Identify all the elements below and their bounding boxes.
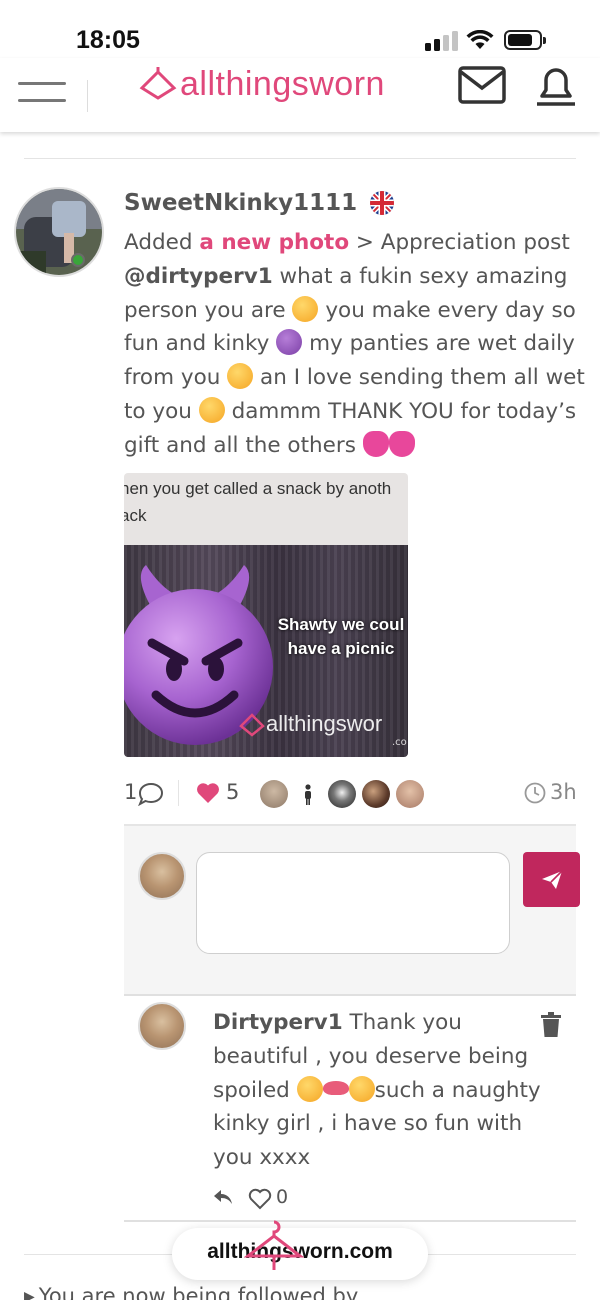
sparkling-heart-emoji [388,430,415,457]
post-stats: 1 5 3h [124,776,580,812]
comment-icon[interactable] [138,782,164,806]
heart-filled-icon[interactable] [196,782,220,804]
comment-count[interactable]: 1 [124,780,137,804]
person-icon[interactable] [302,784,314,806]
new-photo-link[interactable]: a new photo [199,230,349,255]
clock-icon [524,782,546,804]
meme-watermark-suffix: .co [392,737,407,748]
status-time: 18:05 [76,26,140,54]
avatar-photo [16,189,102,275]
next-feed-item-text: You are now being followed by [38,1284,359,1300]
stats-divider [178,780,179,806]
comment-like-count[interactable]: 0 [276,1186,288,1208]
reply-icon[interactable] [212,1188,234,1206]
heart-outline-icon[interactable] [248,1188,272,1210]
sparkling-heart-emoji [362,430,389,457]
post-time-ago: 3h [550,780,577,804]
comment-text: Dirtyperv1 Thank you beautiful , you des… [213,1006,543,1175]
comment-item: Dirtyperv1 Thank you beautiful , you des… [124,994,576,1222]
smiling-devil-emoji [276,329,303,356]
mention-link[interactable]: @dirtyperv1 [124,264,273,289]
watermark-hanger-icon [239,713,265,737]
battery-icon [504,30,546,50]
send-comment-button[interactable] [523,852,580,907]
biting-lip-emoji [322,1080,349,1095]
hanger-logo-icon [139,67,177,100]
site-logo[interactable]: allthingsworn [138,64,385,104]
next-feed-item[interactable]: ▶ You are now being followed by [24,1284,358,1300]
arrow-icon: ▶ [24,1289,35,1300]
kissing-face-emoji [198,396,225,423]
like-count[interactable]: 5 [226,780,239,804]
comment-input[interactable] [196,852,510,954]
online-status-dot [71,253,85,267]
divider [24,158,576,159]
liker-avatar[interactable] [396,780,424,808]
liker-avatar[interactable] [260,780,288,808]
current-user-avatar[interactable] [138,852,186,900]
author-avatar[interactable] [14,187,104,277]
cellular-signal-icon [425,31,459,51]
meme-watermark: allthingswor [266,711,383,736]
comment-author[interactable]: Dirtyperv1 [213,1010,343,1035]
menu-icon[interactable] [18,82,68,104]
app-header: allthingsworn [0,58,600,132]
post-action-prefix: Added [124,230,200,255]
trash-icon[interactable] [540,1012,562,1038]
smiling-face-with-hearts-emoji [292,295,319,322]
commenter-avatar[interactable] [138,1002,186,1050]
header-divider [87,80,88,112]
wifi-icon [466,30,494,49]
post-author-name[interactable]: SweetNkinky1111 [124,190,357,216]
tongue-out-emoji [227,363,254,390]
bell-icon[interactable] [534,64,578,108]
logo-text: allthingsworn [180,64,385,103]
post-text: Added a new photo > Appreciation post @d… [124,226,586,463]
mail-icon[interactable] [458,66,506,106]
meme-overlay-text: Shawty we coul have a picnic [277,615,405,658]
paper-plane-icon [541,869,563,889]
uk-flag-icon [370,191,395,215]
post-album: > Appreciation post [349,230,570,255]
post-header: SweetNkinky1111 [124,190,395,216]
drooling-face-emoji [296,1075,323,1102]
liker-avatar[interactable] [362,780,390,808]
smiling-face-with-hearts-emoji [348,1075,375,1102]
liker-avatar[interactable] [328,780,356,808]
comment-composer [124,824,580,994]
hanger-icon [244,1220,304,1270]
post-photo[interactable]: hen you get called a snack by anoth ack … [124,473,408,757]
meme-caption: hen you get called a snack by anoth ack [124,479,392,525]
